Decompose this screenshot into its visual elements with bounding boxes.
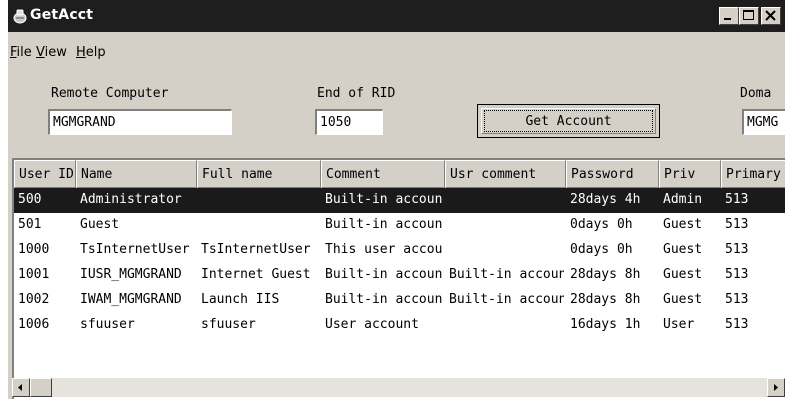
- scroll-thumb[interactable]: [30, 378, 52, 397]
- table-cell: [445, 238, 564, 263]
- app-icon[interactable]: [12, 8, 28, 24]
- column-header[interactable]: Usr comment: [445, 160, 566, 188]
- menu-help-accel: H: [76, 45, 86, 60]
- table-cell: 0days 0h: [570, 217, 633, 232]
- table-cell: Guest: [80, 217, 120, 232]
- column-header[interactable]: Name: [76, 160, 197, 188]
- minimize-button[interactable]: [719, 7, 739, 25]
- table-cell: Guest: [663, 267, 703, 282]
- table-cell: 28days 8h: [570, 267, 641, 282]
- table-cell: TsInternetUser: [201, 242, 311, 257]
- horizontal-scrollbar[interactable]: [12, 378, 785, 397]
- scroll-right-button[interactable]: [767, 378, 785, 397]
- table-cell: 28days 4h: [570, 192, 641, 207]
- domain-input[interactable]: MGMG: [742, 109, 785, 135]
- table-cell: 28days 8h: [570, 292, 641, 307]
- table-cell: Built-in account: [449, 267, 564, 282]
- table-cell: User account: [325, 317, 419, 332]
- table-cell: 1001: [18, 267, 50, 282]
- table-cell: Built-in account: [325, 217, 443, 232]
- table-cell: Built-in account: [325, 292, 443, 307]
- window-title: GetAcct: [30, 7, 94, 23]
- remote-computer-label: Remote Computer: [51, 86, 169, 101]
- menu-view-label: iew: [44, 45, 67, 60]
- table-row[interactable]: 500 Administrator Built-in account 28days 4…: [14, 188, 785, 213]
- table-cell: Internet Guest: [201, 267, 311, 282]
- table-cell: IWAM_MGMGRAND: [80, 292, 182, 307]
- maximize-button[interactable]: [739, 7, 759, 25]
- table-cell: 1006: [18, 317, 50, 332]
- domain-label: Doma: [740, 86, 772, 101]
- table-cell: 1002: [18, 292, 50, 307]
- table-cell: 1000: [18, 242, 50, 257]
- table-cell: This user account: [325, 242, 443, 257]
- table-cell: 513: [725, 192, 749, 207]
- table-cell: Guest: [663, 217, 703, 232]
- table-cell: 513: [725, 292, 749, 307]
- get-account-button[interactable]: Get Account: [477, 104, 660, 138]
- table-cell: [445, 213, 564, 238]
- table-cell: sfuuser: [201, 317, 256, 332]
- column-header[interactable]: Full name: [197, 160, 321, 188]
- table-cell: 16days 1h: [570, 317, 641, 332]
- table-cell: Guest: [663, 292, 703, 307]
- table-cell: 500: [18, 192, 42, 207]
- getacct-window: GetAcct File View Help Remote Computer M…: [8, 0, 785, 399]
- table-cell: Built-in account: [449, 292, 564, 307]
- menu-file[interactable]: File: [10, 45, 32, 60]
- end-of-rid-label: End of RID: [317, 86, 396, 101]
- menu-bar: File View Help: [8, 40, 785, 64]
- table-cell: Built-in account: [325, 267, 443, 282]
- table-cell: [197, 213, 319, 238]
- table-cell: Administrator: [80, 192, 182, 207]
- table-row[interactable]: 1002 IWAM_MGMGRAND Launch IIS Built-in acco…: [14, 288, 785, 313]
- end-of-rid-input[interactable]: 1050: [315, 109, 383, 135]
- table-cell: 0days 0h: [570, 242, 633, 257]
- get-account-button-label: Get Account: [484, 110, 653, 132]
- table-row[interactable]: 1000 TsInternetUser TsInternetUser This use…: [14, 238, 785, 263]
- table-cell: Admin: [663, 192, 703, 207]
- title-bar[interactable]: GetAcct: [8, 0, 785, 32]
- table-cell: 513: [725, 267, 749, 282]
- remote-computer-input[interactable]: MGMGRAND: [48, 109, 232, 135]
- table-row[interactable]: 1006 sfuuser sfuuser User account 16days 1h U…: [14, 313, 785, 338]
- table-cell: Launch IIS: [201, 292, 280, 307]
- table-cell: Guest: [663, 242, 703, 257]
- maximize-icon: [743, 10, 754, 20]
- column-header[interactable]: User ID: [14, 160, 76, 188]
- table-cell: [197, 188, 319, 213]
- accounts-list[interactable]: User ID Name Full name Comment Usr comment Pa…: [12, 158, 785, 399]
- right-arrow-icon: [774, 384, 778, 391]
- table-row[interactable]: 501 Guest Built-in account 0days 0h Guest 513: [14, 213, 785, 238]
- column-header[interactable]: Comment: [321, 160, 445, 188]
- column-header[interactable]: Password: [566, 160, 659, 188]
- minimize-icon: [724, 18, 731, 20]
- table-cell: User: [663, 317, 695, 332]
- menu-help[interactable]: Help: [76, 45, 106, 60]
- table-cell: 513: [725, 317, 749, 332]
- left-arrow-icon: [18, 384, 22, 391]
- table-cell: TsInternetUser: [80, 242, 190, 257]
- scroll-left-button[interactable]: [12, 378, 30, 397]
- table-cell: Built-in account: [325, 192, 443, 207]
- table-cell: [445, 188, 564, 213]
- table-cell: IUSR_MGMGRAND: [80, 267, 182, 282]
- table-cell: sfuuser: [80, 317, 135, 332]
- table-cell: 513: [725, 242, 749, 257]
- menu-help-label: elp: [85, 45, 106, 60]
- table-cell: [445, 313, 564, 338]
- menu-file-label: ile: [16, 45, 32, 60]
- close-icon: [765, 10, 776, 21]
- menu-view-accel: V: [36, 45, 45, 60]
- close-button[interactable]: [761, 7, 781, 25]
- column-header[interactable]: Primary: [721, 160, 785, 188]
- menu-view[interactable]: View: [36, 45, 67, 60]
- column-header[interactable]: Priv: [659, 160, 721, 188]
- table-cell: 501: [18, 217, 42, 232]
- table-cell: 513: [725, 217, 749, 232]
- table-row[interactable]: 1001 IUSR_MGMGRAND Internet Guest Built-in …: [14, 263, 785, 288]
